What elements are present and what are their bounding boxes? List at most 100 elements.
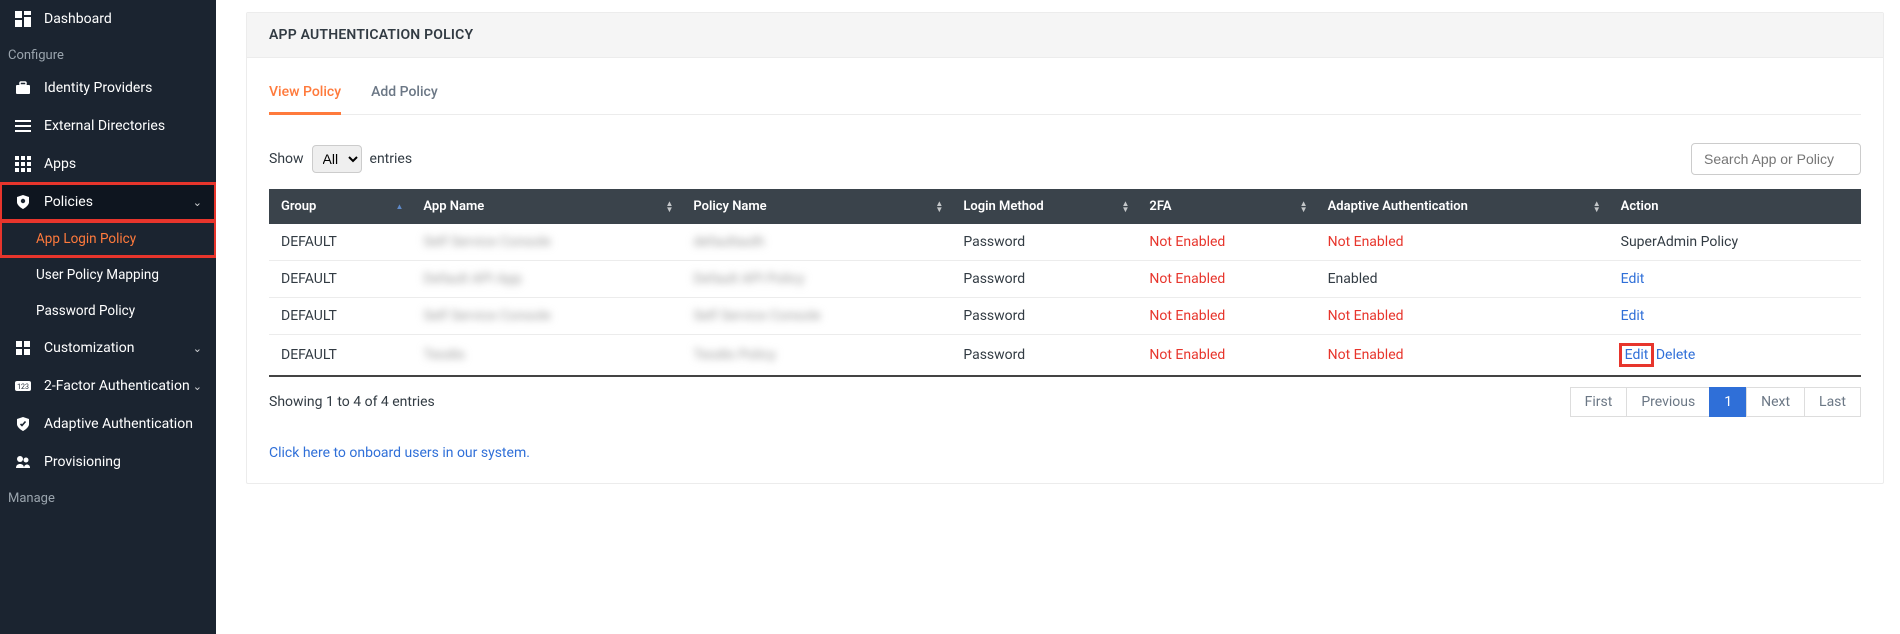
col-label: Adaptive Authentication — [1328, 199, 1468, 214]
cell-policy: Default API Policy — [681, 261, 951, 298]
sidebar-item-label: Provisioning — [44, 454, 202, 470]
sidebar-item-dashboard[interactable]: Dashboard — [0, 0, 216, 38]
col-policy-name[interactable]: Policy Name ▲▼ — [681, 189, 951, 224]
sidebar: Dashboard Configure Identity Providers E… — [0, 0, 216, 634]
col-label: Group — [281, 199, 316, 214]
apps-grid-icon — [14, 155, 32, 173]
col-login-method[interactable]: Login Method▲▼ — [951, 189, 1137, 224]
col-2fa[interactable]: 2FA▲▼ — [1137, 189, 1315, 224]
col-label: App Name — [423, 199, 484, 214]
col-app-name[interactable]: App Name ▲▼ — [411, 189, 681, 224]
dashboard-icon — [14, 10, 32, 28]
cell-action: Edit — [1609, 261, 1861, 298]
page-last[interactable]: Last — [1804, 387, 1861, 417]
sidebar-item-provisioning[interactable]: Provisioning — [0, 443, 216, 481]
action-delete[interactable]: Delete — [1656, 347, 1695, 363]
cell-app: Self Service Console — [411, 298, 681, 335]
cell-app: Self Service Console — [411, 224, 681, 261]
tab-add-policy[interactable]: Add Policy — [371, 84, 438, 114]
sidebar-item-policies[interactable]: Policies ⌄ — [0, 183, 216, 221]
action-edit[interactable]: Edit — [1621, 271, 1645, 287]
list-icon — [14, 117, 32, 135]
sidebar-item-user-policy-mapping[interactable]: User Policy Mapping — [0, 257, 216, 293]
sidebar-item-label: Apps — [44, 156, 202, 172]
page-next[interactable]: Next — [1746, 387, 1805, 417]
page-previous[interactable]: Previous — [1626, 387, 1710, 417]
action-super: SuperAdmin Policy — [1621, 234, 1738, 250]
policy-card: APP AUTHENTICATION POLICY View Policy Ad… — [246, 12, 1884, 484]
cell-group: DEFAULT — [269, 335, 411, 377]
action-edit[interactable]: Edit — [1621, 308, 1645, 324]
cell-login: Password — [951, 224, 1137, 261]
cell-2fa: Not Enabled — [1137, 261, 1315, 298]
sidebar-item-label: User Policy Mapping — [36, 267, 202, 283]
main-content: APP AUTHENTICATION POLICY View Policy Ad… — [216, 0, 1900, 634]
cell-group: DEFAULT — [269, 261, 411, 298]
cell-2fa: Not Enabled — [1137, 298, 1315, 335]
cell-2fa: Not Enabled — [1137, 335, 1315, 377]
sidebar-item-label: Dashboard — [44, 11, 202, 27]
entries-select[interactable]: All — [312, 145, 362, 173]
sidebar-item-app-login-policy[interactable]: App Login Policy — [0, 221, 216, 257]
table-row: DEFAULT Teodis Teodis Policy Password No… — [269, 335, 1861, 377]
shield-icon — [14, 193, 32, 211]
cell-app: Default API App — [411, 261, 681, 298]
sidebar-item-label: Customization — [44, 340, 193, 356]
cell-group: DEFAULT — [269, 298, 411, 335]
col-label: 2FA — [1149, 199, 1171, 214]
chevron-down-icon: ⌄ — [193, 380, 202, 393]
sidebar-item-external-directories[interactable]: External Directories — [0, 107, 216, 145]
cell-group: DEFAULT — [269, 224, 411, 261]
onboard-link[interactable]: Click here to onboard users in our syste… — [269, 445, 530, 461]
chevron-down-icon: ⌄ — [193, 196, 202, 209]
tab-view-policy[interactable]: View Policy — [269, 84, 341, 115]
sidebar-item-2fa[interactable]: 123 2-Factor Authentication ⌄ — [0, 367, 216, 405]
cell-policy: Self Service Console — [681, 298, 951, 335]
page-number[interactable]: 1 — [1709, 387, 1747, 417]
table-row: DEFAULT Self Service Console Self Servic… — [269, 298, 1861, 335]
cell-action: Edit — [1609, 298, 1861, 335]
policy-table: Group ▲ App Name ▲▼ Policy Name ▲▼ Login Me… — [269, 189, 1861, 377]
cell-policy: Teodis Policy — [681, 335, 951, 377]
sort-icon: ▲ — [395, 204, 403, 210]
sidebar-item-label: External Directories — [44, 118, 202, 134]
cell-login: Password — [951, 335, 1137, 377]
cell-login: Password — [951, 261, 1137, 298]
action-edit[interactable]: Edit — [1621, 345, 1653, 365]
sidebar-section-manage: Manage — [0, 481, 216, 512]
sort-icon: ▲▼ — [935, 201, 943, 213]
cell-policy: defaultauth — [681, 224, 951, 261]
entries-control: Show All entries — [269, 145, 412, 173]
sidebar-item-label: Password Policy — [36, 303, 202, 319]
card-title: APP AUTHENTICATION POLICY — [247, 13, 1883, 58]
col-label: Login Method — [963, 199, 1043, 214]
search-input[interactable] — [1691, 143, 1861, 175]
cell-action: SuperAdmin Policy — [1609, 224, 1861, 261]
sidebar-item-label: Adaptive Authentication — [44, 416, 202, 432]
keypad-icon: 123 — [14, 377, 32, 395]
sidebar-item-password-policy[interactable]: Password Policy — [0, 293, 216, 329]
page-first[interactable]: First — [1570, 387, 1628, 417]
entries-post-label: entries — [370, 151, 413, 167]
cell-adaptive: Not Enabled — [1316, 335, 1609, 377]
col-action[interactable]: Action — [1609, 189, 1861, 224]
sidebar-item-apps[interactable]: Apps — [0, 145, 216, 183]
tabs: View Policy Add Policy — [269, 84, 1861, 115]
col-label: Policy Name — [693, 199, 766, 214]
col-adaptive[interactable]: Adaptive Authentication▲▼ — [1316, 189, 1609, 224]
users-icon — [14, 453, 32, 471]
policies-submenu: App Login Policy User Policy Mapping Pas… — [0, 221, 216, 329]
sidebar-item-identity-providers[interactable]: Identity Providers — [0, 69, 216, 107]
sort-icon: ▲▼ — [665, 201, 673, 213]
col-group[interactable]: Group ▲ — [269, 189, 411, 224]
sidebar-item-adaptive-auth[interactable]: Adaptive Authentication — [0, 405, 216, 443]
cell-login: Password — [951, 298, 1137, 335]
cell-adaptive: Enabled — [1316, 261, 1609, 298]
sidebar-item-customization[interactable]: Customization ⌄ — [0, 329, 216, 367]
pagination: First Previous 1 Next Last — [1571, 387, 1861, 417]
cell-adaptive: Not Enabled — [1316, 224, 1609, 261]
sidebar-item-label: 2-Factor Authentication — [44, 378, 193, 394]
puzzle-icon — [14, 339, 32, 357]
cell-2fa: Not Enabled — [1137, 224, 1315, 261]
sidebar-item-label: Identity Providers — [44, 80, 202, 96]
